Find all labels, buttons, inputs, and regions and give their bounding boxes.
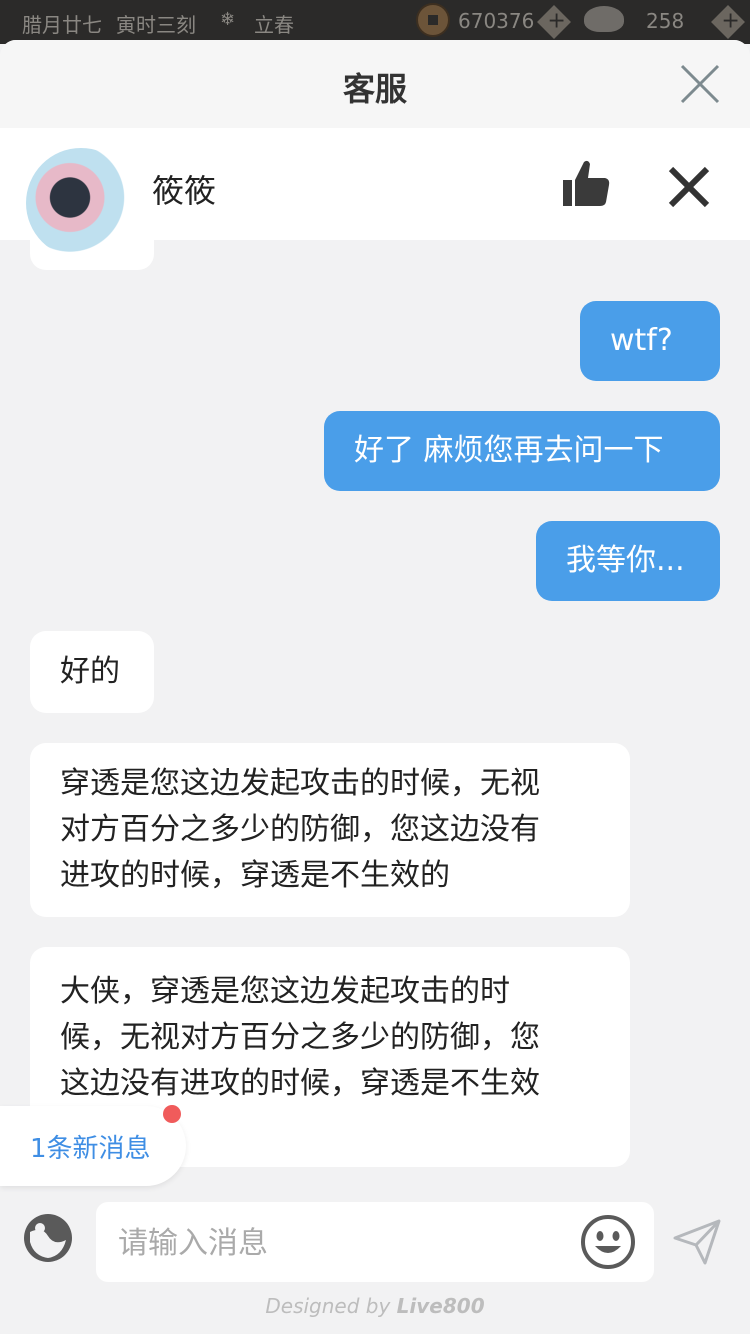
time-period: 寅时三刻 (116, 13, 196, 37)
solar-term: 立春 (254, 13, 294, 37)
input-area: Designed by Live800 (0, 1190, 750, 1334)
add-coins-button[interactable] (537, 5, 571, 39)
message-input[interactable] (116, 1220, 560, 1266)
customer-service-panel: 客服 筱筱 wtf? 好了 麻烦您再去问一下 我等你... 好的 穿透是您这边发… (0, 40, 750, 1334)
message-text: 好的 (60, 654, 120, 689)
message-line: 这边没有进攻的时候，穿透是不生效 (60, 1066, 540, 1101)
coin-count: 670376 (458, 9, 535, 33)
game-ball-icon[interactable] (22, 1212, 74, 1264)
message-text: 好了 麻烦您再去问一下 (354, 433, 664, 468)
message-bubble-me: wtf? (580, 301, 720, 381)
message-line: 对方百分之多少的防御，您这边没有 (60, 812, 540, 847)
footer-brand: Live800 (396, 1294, 485, 1318)
add-ingots-button[interactable] (711, 5, 745, 39)
designed-by-footer: Designed by Live800 (0, 1294, 750, 1318)
lunar-date: 腊月廿七 (22, 13, 102, 37)
message-text: 我等你... (566, 543, 685, 578)
unread-dot (163, 1105, 181, 1123)
message-bubble-agent: 穿透是您这边发起攻击的时候，无视 对方百分之多少的防御，您这边没有 进攻的时候，… (30, 743, 630, 917)
message-line: 进攻的时候，穿透是不生效的 (60, 858, 450, 893)
message-bubble-agent: 好的 (30, 631, 154, 713)
ingot-count: 258 (646, 9, 685, 33)
message-bubble-me: 我等你... (536, 521, 720, 601)
agent-bar: 筱筱 (0, 128, 750, 258)
agent-name: 筱筱 (152, 172, 217, 210)
thumbs-up-icon[interactable] (560, 158, 612, 210)
close-icon[interactable] (676, 60, 724, 108)
message-line: 候，无视对方百分之多少的防御，您 (60, 1020, 540, 1055)
coin-icon (416, 3, 450, 37)
new-message-button[interactable]: 1条新消息 (0, 1106, 186, 1186)
game-status-bar: 腊月廿七 寅时三刻 ❄ 立春 670376 258 (0, 0, 750, 44)
message-line: 穿透是您这边发起攻击的时候，无视 (60, 766, 540, 801)
message-text: wtf? (610, 323, 673, 358)
footer-prefix: Designed by (265, 1294, 397, 1318)
end-chat-icon[interactable] (666, 164, 712, 210)
panel-header: 客服 (0, 40, 750, 128)
new-message-label: 1条新消息 (30, 1134, 151, 1164)
send-icon[interactable] (672, 1218, 722, 1266)
avatar (26, 148, 136, 258)
emoji-icon[interactable] (580, 1214, 636, 1270)
message-line: 大侠，穿透是您这边发起攻击的时 (60, 974, 510, 1009)
message-bubble-me: 好了 麻烦您再去问一下 (324, 411, 720, 491)
chat-history[interactable]: wtf? 好了 麻烦您再去问一下 我等你... 好的 穿透是您这边发起攻击的时候… (0, 240, 750, 1200)
ingot-icon (584, 6, 624, 32)
panel-title: 客服 (342, 70, 407, 108)
weather-icon: ❄ (220, 9, 236, 30)
message-input-box[interactable] (96, 1202, 654, 1282)
